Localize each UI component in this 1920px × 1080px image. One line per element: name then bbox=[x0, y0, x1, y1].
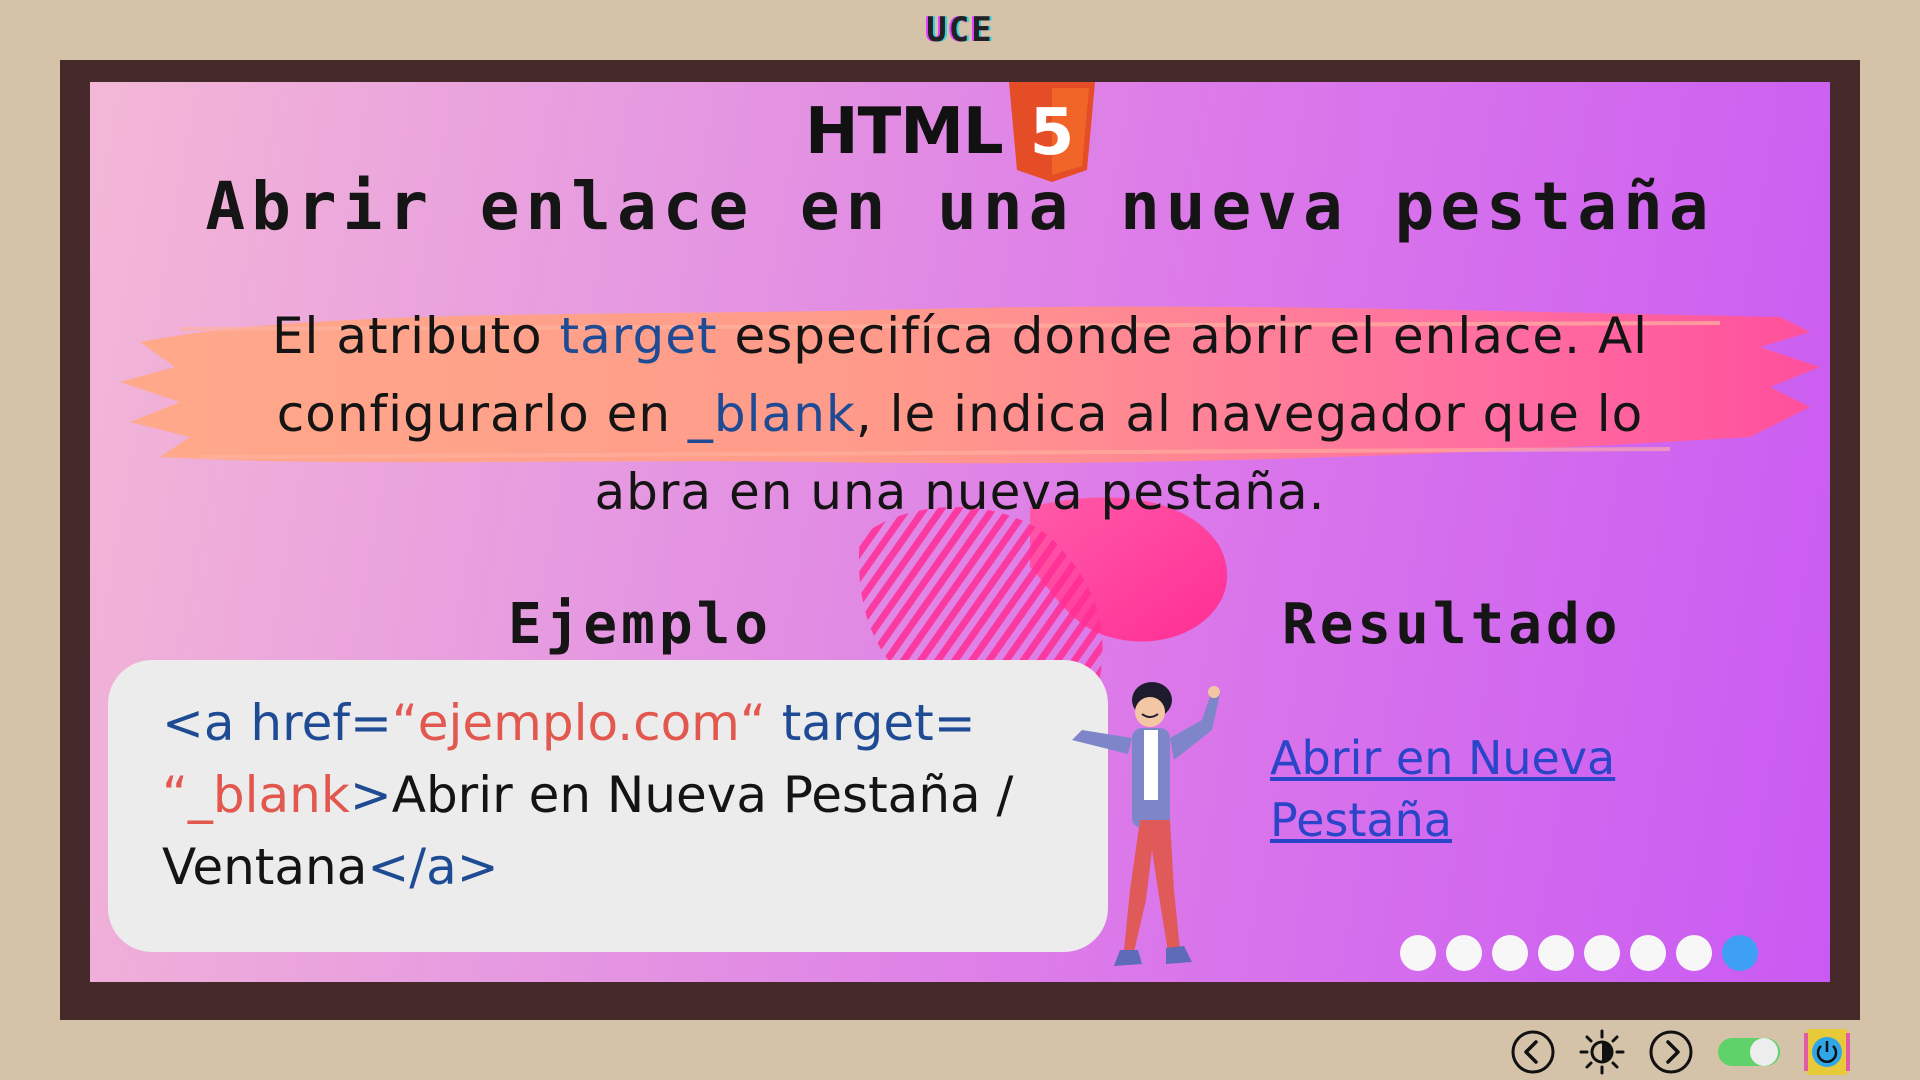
page-dot-5[interactable] bbox=[1584, 935, 1620, 971]
result-link[interactable]: Abrir en Nueva Pestaña bbox=[1270, 727, 1690, 851]
power-icon bbox=[1804, 1029, 1850, 1075]
brightness-button[interactable] bbox=[1578, 1028, 1626, 1076]
code-example: <a href=“ejemplo.com“ target= “_blank>Ab… bbox=[162, 687, 1122, 903]
toggle-icon bbox=[1718, 1038, 1780, 1066]
top-label: UCE bbox=[926, 10, 994, 50]
example-heading: Ejemplo bbox=[508, 592, 773, 657]
logo-text: HTML bbox=[805, 95, 1004, 169]
code-token: “_blank bbox=[162, 766, 350, 824]
desc-text: configurarlo en bbox=[276, 385, 688, 443]
desc-keyword-blank: _blank bbox=[687, 385, 856, 443]
desc-text: El atributo bbox=[271, 307, 560, 365]
next-icon bbox=[1649, 1030, 1693, 1074]
code-token: > bbox=[349, 766, 392, 824]
result-heading: Resultado bbox=[1282, 592, 1622, 657]
desc-keyword-target: target bbox=[559, 307, 718, 365]
page-dot-6[interactable] bbox=[1630, 935, 1666, 971]
page-dot-3[interactable] bbox=[1492, 935, 1528, 971]
slide: HTML 5 Abrir enlace en una nueva pestaña… bbox=[90, 82, 1830, 982]
html5-logo: HTML 5 bbox=[805, 82, 1095, 182]
page-title: Abrir enlace en una nueva pestaña bbox=[205, 168, 1715, 245]
code-token: </a> bbox=[367, 838, 499, 896]
description: El atributo target especifíca donde abri… bbox=[130, 297, 1790, 531]
page-dot-7[interactable] bbox=[1676, 935, 1712, 971]
prev-icon bbox=[1511, 1030, 1555, 1074]
desc-text: abra en una nueva pestaña. bbox=[594, 463, 1326, 521]
power-button[interactable] bbox=[1804, 1027, 1850, 1077]
toggle-switch[interactable] bbox=[1716, 1034, 1782, 1070]
code-token: <a href= bbox=[162, 694, 392, 752]
prev-button[interactable] bbox=[1510, 1029, 1556, 1075]
desc-text: , le indica al navegador que lo bbox=[855, 385, 1644, 443]
desc-text: especifíca donde abrir el enlace. Al bbox=[717, 307, 1649, 365]
html5-shield-icon: 5 bbox=[1008, 82, 1095, 182]
logo-badge: 5 bbox=[1029, 96, 1074, 170]
page-dot-1[interactable] bbox=[1400, 935, 1436, 971]
brightness-icon bbox=[1579, 1029, 1625, 1075]
code-token: “ejemplo.com“ bbox=[391, 694, 766, 752]
page-dot-2[interactable] bbox=[1446, 935, 1482, 971]
person-illustration bbox=[1072, 682, 1220, 966]
pagination-dots bbox=[1400, 935, 1758, 971]
page-dot-8[interactable] bbox=[1722, 935, 1758, 971]
presentation-controls bbox=[1510, 1028, 1850, 1076]
page-dot-4[interactable] bbox=[1538, 935, 1574, 971]
code-token: target= bbox=[765, 694, 976, 752]
next-button[interactable] bbox=[1648, 1029, 1694, 1075]
